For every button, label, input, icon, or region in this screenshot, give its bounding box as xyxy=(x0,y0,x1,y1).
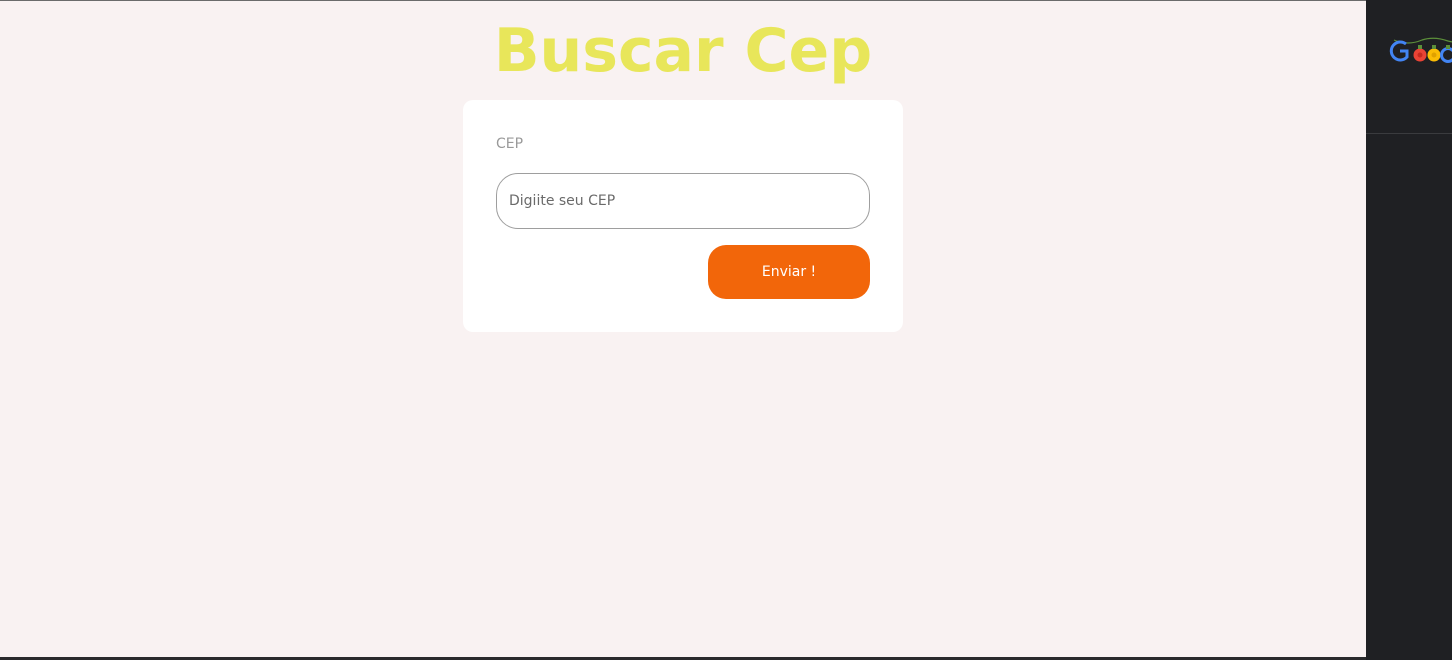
cep-search-card: CEP Enviar ! xyxy=(463,100,903,332)
app-viewport: Buscar Cep CEP Enviar ! xyxy=(0,0,1366,657)
side-panel-header xyxy=(1366,0,1452,134)
side-panel xyxy=(1366,0,1452,660)
cep-label: CEP xyxy=(496,136,524,152)
submit-button[interactable]: Enviar ! xyxy=(708,245,870,299)
page-title: Buscar Cep xyxy=(493,16,873,86)
cep-input[interactable] xyxy=(496,173,870,229)
google-doodle-logo-icon[interactable] xyxy=(1388,30,1452,70)
